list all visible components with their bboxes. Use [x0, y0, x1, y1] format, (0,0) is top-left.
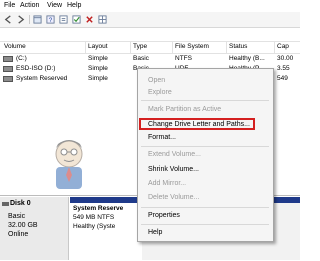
cell-type: Basic	[133, 55, 149, 62]
menu-file[interactable]: File	[4, 2, 15, 9]
check-icon[interactable]	[72, 15, 81, 24]
menu-separator	[141, 207, 269, 208]
menu-item-properties[interactable]: Properties	[148, 212, 180, 219]
menu-item-help[interactable]: Help	[148, 229, 162, 236]
disk-status: Online	[8, 231, 29, 238]
volume-list-header: Volume Layout Type File System Status Ca…	[0, 41, 300, 54]
column-divider[interactable]	[85, 42, 86, 53]
disk-type: Basic	[8, 213, 26, 220]
menu-action[interactable]: Action	[20, 2, 39, 9]
cell-capacity: 3.55	[277, 65, 290, 72]
disk-icon	[2, 202, 9, 206]
menu-bar: File Action View Help	[0, 0, 300, 12]
volume-icon	[3, 56, 13, 62]
menu-item-format[interactable]: Format...	[148, 134, 176, 141]
cell-volume: (C:)	[16, 55, 27, 62]
column-file-system[interactable]: File System	[175, 43, 209, 50]
cell-layout: Simple	[88, 55, 108, 62]
toolbar: ?	[0, 12, 300, 28]
menu-item-mark-active[interactable]: Mark Partition as Active	[148, 106, 221, 113]
menu-item-open[interactable]: Open	[148, 77, 165, 84]
back-icon[interactable]	[4, 15, 13, 24]
column-layout[interactable]: Layout	[88, 43, 108, 50]
properties-icon[interactable]	[59, 15, 68, 24]
context-menu: Open Explore Mark Partition as Active Ch…	[137, 68, 274, 242]
column-capacity[interactable]: Cap	[277, 43, 289, 50]
watermark-mascot-icon	[55, 140, 83, 189]
menu-separator	[141, 100, 269, 101]
cell-file-system: NTFS	[175, 55, 192, 62]
highlight-box	[139, 118, 255, 130]
cell-layout: Simple	[88, 75, 108, 82]
partition-name: System Reserve	[73, 205, 124, 212]
cell-capacity: 30.00	[277, 55, 294, 62]
column-divider[interactable]	[172, 42, 173, 53]
menu-separator	[141, 224, 269, 225]
column-type[interactable]: Type	[133, 43, 147, 50]
column-volume[interactable]: Volume	[4, 43, 26, 50]
menu-item-add-mirror[interactable]: Add Mirror...	[148, 180, 186, 187]
column-divider[interactable]	[274, 42, 275, 53]
cell-layout: Simple	[88, 65, 108, 72]
disk-info[interactable]: Disk 0 Basic 32.00 GB Online	[0, 197, 69, 260]
menu-separator	[141, 146, 269, 147]
cell-volume: System Reserved	[16, 75, 68, 82]
delete-icon[interactable]	[85, 15, 94, 24]
partition-system-reserved[interactable]: System Reserve 549 MB NTFS Healthy (Syst…	[70, 197, 142, 260]
column-status[interactable]: Status	[229, 43, 247, 50]
toolbar-separator	[29, 15, 30, 24]
help-icon[interactable]: ?	[46, 15, 55, 24]
cell-status: Healthy (B...	[229, 55, 265, 62]
menu-help[interactable]: Help	[67, 2, 81, 9]
volume-icon	[3, 66, 13, 72]
forward-icon[interactable]	[16, 15, 25, 24]
menu-item-extend-volume[interactable]: Extend Volume...	[148, 151, 201, 158]
partition-status: Healthy (Syste	[73, 223, 116, 230]
menu-item-explore[interactable]: Explore	[148, 89, 172, 96]
grid-icon[interactable]	[98, 15, 107, 24]
volume-icon	[3, 76, 13, 82]
console-icon[interactable]	[33, 15, 42, 24]
disk-name: Disk 0	[10, 200, 31, 207]
cell-capacity: 549	[277, 75, 288, 82]
disk-size: 32.00 GB	[8, 222, 38, 229]
column-divider[interactable]	[226, 42, 227, 53]
column-divider[interactable]	[130, 42, 131, 53]
svg-text:?: ?	[49, 17, 53, 24]
table-row[interactable]: (C:) Simple Basic NTFS Healthy (B... 30.…	[0, 54, 300, 64]
menu-view[interactable]: View	[47, 2, 62, 9]
menu-item-shrink-volume[interactable]: Shrink Volume...	[148, 166, 199, 173]
menu-item-delete-volume[interactable]: Delete Volume...	[148, 194, 199, 201]
cell-volume: ESD-ISO (D:)	[16, 65, 56, 72]
partition-size: 549 MB NTFS	[73, 214, 115, 221]
